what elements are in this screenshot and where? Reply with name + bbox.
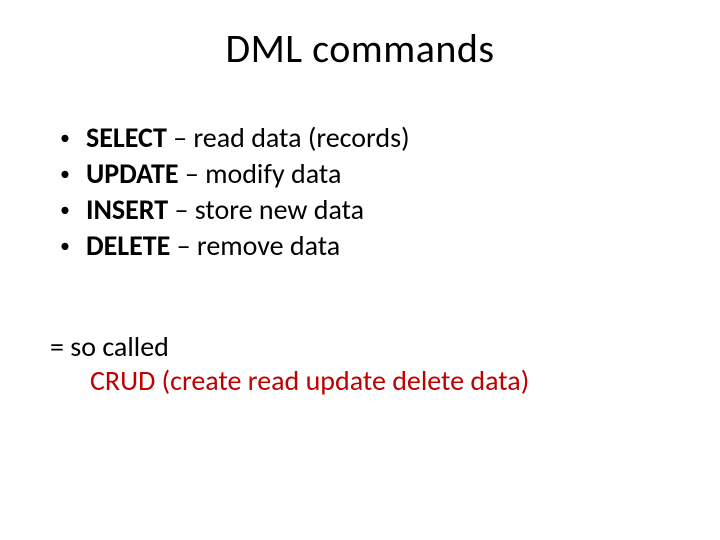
list-item: • SELECT – read data (records)	[58, 121, 670, 155]
slide: DML commands • SELECT – read data (recor…	[0, 0, 720, 540]
list-item: • UPDATE – modify data	[58, 157, 670, 191]
bullet-bold: INSERT	[86, 192, 168, 227]
bullet-list: • SELECT – read data (records) • UPDATE …	[58, 121, 670, 264]
bullet-rest: – read data (records)	[167, 120, 410, 155]
bullet-bold: DELETE	[86, 228, 170, 263]
bullet-text: INSERT – store new data	[86, 193, 670, 227]
bullet-icon: •	[58, 193, 86, 227]
slide-title: DML commands	[50, 24, 670, 73]
bullet-icon: •	[58, 157, 86, 191]
bullet-rest: – modify data	[178, 156, 341, 191]
bullet-rest: – remove data	[170, 228, 340, 263]
bullet-text: UPDATE – modify data	[86, 157, 670, 191]
footer-line-2: CRUD (create read update delete data)	[90, 364, 670, 398]
bullet-icon: •	[58, 229, 86, 263]
bullet-text: DELETE – remove data	[86, 229, 670, 263]
bullet-text: SELECT – read data (records)	[86, 121, 670, 155]
bullet-rest: – store new data	[168, 192, 364, 227]
footer-block: = so called CRUD (create read update del…	[50, 330, 670, 398]
list-item: • INSERT – store new data	[58, 193, 670, 227]
bullet-bold: SELECT	[86, 120, 167, 155]
bullet-icon: •	[58, 121, 86, 155]
bullet-bold: UPDATE	[86, 156, 178, 191]
footer-line-1: = so called	[50, 330, 670, 364]
list-item: • DELETE – remove data	[58, 229, 670, 263]
